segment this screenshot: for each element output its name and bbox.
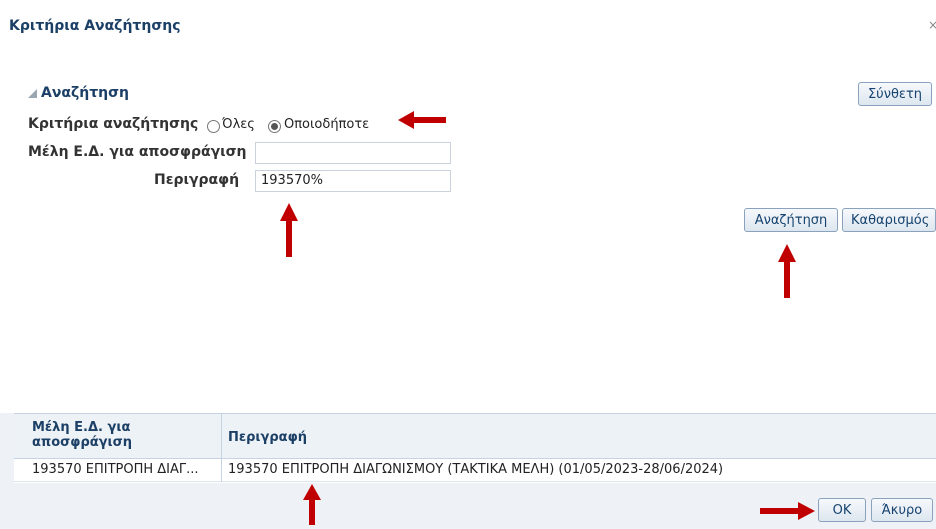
criteria-label: Κριτήρια αναζήτησης [28, 116, 199, 132]
annotation-arrow-left-icon [398, 111, 446, 129]
close-icon[interactable]: × [928, 18, 936, 32]
table-row[interactable]: 193570 ΕΠΙΤΡΟΠΗ ΔΙΑΓ... 193570 ΕΠΙΤΡΟΠΗ … [14, 459, 936, 482]
column-header-members[interactable]: Μέλη Ε.Δ. για αποσφράγιση [32, 420, 212, 450]
description-label: Περιγραφή [154, 172, 240, 188]
search-criteria-dialog: Κριτήρια Αναζήτησης × Αναζήτηση Σύνθετη … [0, 0, 936, 529]
annotation-arrow-up-icon [303, 484, 321, 525]
radio-any-label: Οποιοδήποτε [284, 117, 370, 132]
radio-all[interactable] [207, 120, 220, 133]
cell-members: 193570 ΕΠΙΤΡΟΠΗ ΔΙΑΓ... [32, 462, 199, 477]
annotation-arrow-up-icon [280, 203, 298, 257]
search-section-header[interactable]: Αναζήτηση [28, 85, 129, 101]
ok-button[interactable]: OK [818, 498, 866, 522]
search-section-title: Αναζήτηση [41, 85, 129, 101]
reset-button[interactable]: Καθαρισμός [842, 208, 936, 232]
collapse-triangle-icon[interactable] [28, 88, 37, 98]
column-header-description[interactable]: Περιγραφή [228, 430, 307, 445]
results-table: Μέλη Ε.Δ. για αποσφράγιση Περιγραφή 1935… [14, 413, 936, 482]
column-divider [221, 414, 222, 482]
dialog-title: Κριτήρια Αναζήτησης [9, 18, 181, 34]
advanced-button[interactable]: Σύνθετη [858, 82, 932, 106]
cell-description: 193570 ΕΠΙΤΡΟΠΗ ΔΙΑΓΩΝΙΣΜΟΥ (ΤΑΚΤΙΚΑ ΜΕΛ… [228, 462, 724, 477]
annotation-arrow-right-icon [760, 502, 815, 520]
radio-any[interactable] [268, 120, 281, 133]
table-header: Μέλη Ε.Δ. για αποσφράγιση Περιγραφή [14, 414, 936, 459]
members-label: Μέλη Ε.Δ. για αποσφράγιση [28, 144, 247, 160]
search-button[interactable]: Αναζήτηση [744, 208, 838, 232]
table-left-gutter [0, 413, 14, 483]
annotation-arrow-up-icon [778, 244, 796, 298]
radio-all-label: Όλες [222, 117, 255, 132]
members-input[interactable] [255, 142, 451, 164]
description-input[interactable]: 193570% [255, 170, 451, 192]
cancel-button[interactable]: Άκυρο [871, 498, 933, 522]
